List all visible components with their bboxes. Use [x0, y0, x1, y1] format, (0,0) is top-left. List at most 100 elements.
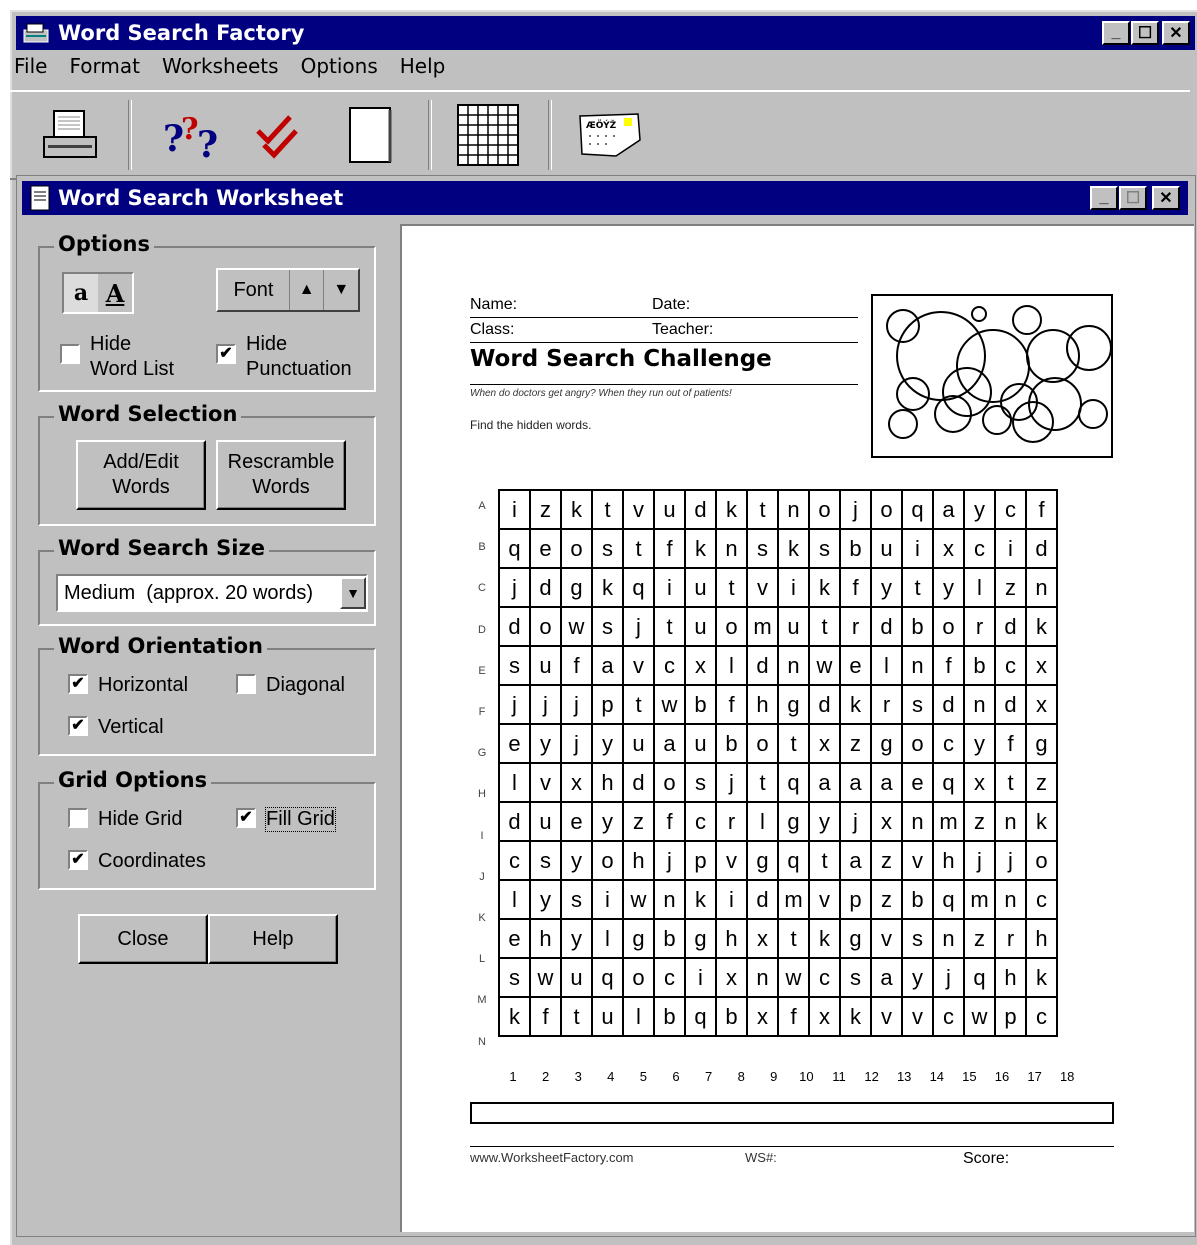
worksheet-button[interactable]: ÆÖÝŽ — [572, 98, 648, 172]
column-label: 12 — [864, 1069, 879, 1084]
grid-cell: r — [715, 801, 748, 842]
grid-cell: u — [684, 723, 717, 764]
grid-cell: t — [591, 489, 624, 530]
coordinates-label: Coordinates — [98, 850, 206, 872]
answers-button[interactable]: ? ? ? — [158, 98, 228, 172]
child-maximize-button[interactable]: ☐ — [1119, 186, 1147, 210]
menu-file[interactable]: File — [14, 54, 47, 86]
coordinates-box[interactable]: ✔ — [68, 850, 88, 870]
row-label: B — [478, 541, 486, 554]
grid-cell: l — [591, 918, 624, 959]
hide-grid-checkbox[interactable]: Hide Grid — [68, 808, 182, 831]
menu-format[interactable]: Format — [69, 54, 139, 86]
menu-help[interactable]: Help — [400, 54, 446, 86]
font-size-up-button[interactable]: ▲ — [290, 270, 325, 310]
uppercase-button[interactable]: A — [98, 274, 132, 312]
grid-cell: p — [591, 684, 624, 725]
grid-cell: c — [963, 528, 996, 569]
grid-cell: d — [684, 489, 717, 530]
grid-cell: y — [560, 840, 593, 881]
diagonal-checkbox[interactable]: Diagonal — [236, 674, 345, 697]
grid-cell: d — [498, 606, 531, 647]
grid-cell: x — [684, 645, 717, 686]
horizontal-checkbox[interactable]: ✔ Horizontal — [68, 674, 188, 697]
horizontal-box[interactable]: ✔ — [68, 674, 88, 694]
lowercase-button[interactable]: a — [64, 274, 98, 312]
close-icon: ✕ — [1169, 25, 1183, 42]
menu-options[interactable]: Options — [301, 54, 378, 86]
size-select-value: Medium (approx. 20 words) — [64, 581, 313, 604]
grid-cell: z — [994, 567, 1027, 608]
grid-cell: g — [870, 723, 903, 764]
close-window-button[interactable]: ✕ — [1162, 21, 1190, 45]
grid-cell: x — [932, 528, 965, 569]
hide-punctuation-checkbox[interactable]: ✔ Hide Punctuation — [216, 332, 352, 382]
hide-punctuation-box[interactable]: ✔ — [216, 344, 236, 364]
grid-cell: w — [529, 957, 562, 998]
grid-cell: j — [839, 489, 872, 530]
coordinates-checkbox[interactable]: ✔ Coordinates — [68, 850, 206, 873]
size-dropdown-button[interactable]: ▼ — [340, 577, 366, 609]
add-edit-words-button[interactable]: Add/Edit Words — [76, 440, 206, 510]
hide-word-list-box[interactable] — [60, 344, 80, 364]
size-select[interactable]: Medium (approx. 20 words) ▼ — [56, 574, 368, 612]
hide-word-list-checkbox[interactable]: Hide Word List — [60, 332, 174, 382]
grid-cell: k — [808, 918, 841, 959]
app-titlebar[interactable]: Word Search Factory — [16, 16, 1195, 50]
grid-cell: t — [653, 606, 686, 647]
grid-row: ehylgbghxtkgvsnzrh — [498, 918, 1058, 959]
grid-cell: s — [901, 684, 934, 725]
font-size-down-button[interactable]: ▼ — [324, 270, 358, 310]
grid-cell: c — [1025, 996, 1058, 1037]
grid-cell: j — [560, 723, 593, 764]
word-search-button[interactable] — [450, 98, 526, 172]
column-label: 16 — [994, 1069, 1010, 1084]
grid-cell: w — [808, 645, 841, 686]
child-minimize-button[interactable]: _ — [1090, 186, 1118, 210]
grid-cell: x — [715, 957, 748, 998]
grid-cell: u — [591, 996, 624, 1037]
diagonal-box[interactable] — [236, 674, 256, 694]
word-orientation-label: Word Orientation — [54, 634, 267, 658]
grid-cell: r — [994, 918, 1027, 959]
menu-worksheets[interactable]: Worksheets — [162, 54, 279, 86]
grid-cell: y — [870, 567, 903, 608]
fill-grid-checkbox[interactable]: ✔ Fill Grid — [236, 807, 336, 832]
grid-cell: q — [684, 996, 717, 1037]
word-list-box — [470, 1102, 1114, 1124]
grid-cell: r — [839, 606, 872, 647]
font-button[interactable]: Font — [218, 270, 290, 310]
grid-cell: i — [901, 528, 934, 569]
grid-cell: h — [994, 957, 1027, 998]
hide-grid-box[interactable] — [68, 808, 88, 828]
fill-grid-box[interactable]: ✔ — [236, 808, 256, 828]
close-icon: ✕ — [1159, 190, 1173, 207]
row-label: N — [478, 1035, 486, 1048]
close-button[interactable]: Close — [78, 914, 208, 964]
row-label: D — [478, 623, 486, 636]
grid-cell: n — [653, 879, 686, 920]
grid-cell: j — [839, 801, 872, 842]
maximize-button[interactable]: ☐ — [1131, 21, 1159, 45]
grid-cell: t — [808, 606, 841, 647]
grid-cell: n — [1025, 567, 1058, 608]
new-page-button[interactable] — [340, 98, 400, 172]
grid-cell: x — [808, 996, 841, 1037]
grid-cell: c — [994, 645, 1027, 686]
grid-cell: f — [839, 567, 872, 608]
rescramble-label-2: Words — [252, 476, 310, 498]
rescramble-words-button[interactable]: Rescramble Words — [216, 440, 346, 510]
grid-cell: t — [746, 489, 779, 530]
grid-cell: l — [963, 567, 996, 608]
minimize-button[interactable]: _ — [1102, 21, 1130, 45]
check-button[interactable] — [248, 98, 312, 172]
help-button[interactable]: Help — [208, 914, 338, 964]
grid-cell: o — [560, 528, 593, 569]
vertical-checkbox[interactable]: ✔ Vertical — [68, 716, 164, 739]
worksheet-titlebar[interactable]: Word Search Worksheet — [22, 181, 1188, 215]
child-close-button[interactable]: ✕ — [1152, 186, 1180, 210]
vertical-box[interactable]: ✔ — [68, 716, 88, 736]
print-button[interactable] — [38, 98, 102, 172]
grid-cell: z — [622, 801, 655, 842]
grid-cell: q — [777, 840, 810, 881]
